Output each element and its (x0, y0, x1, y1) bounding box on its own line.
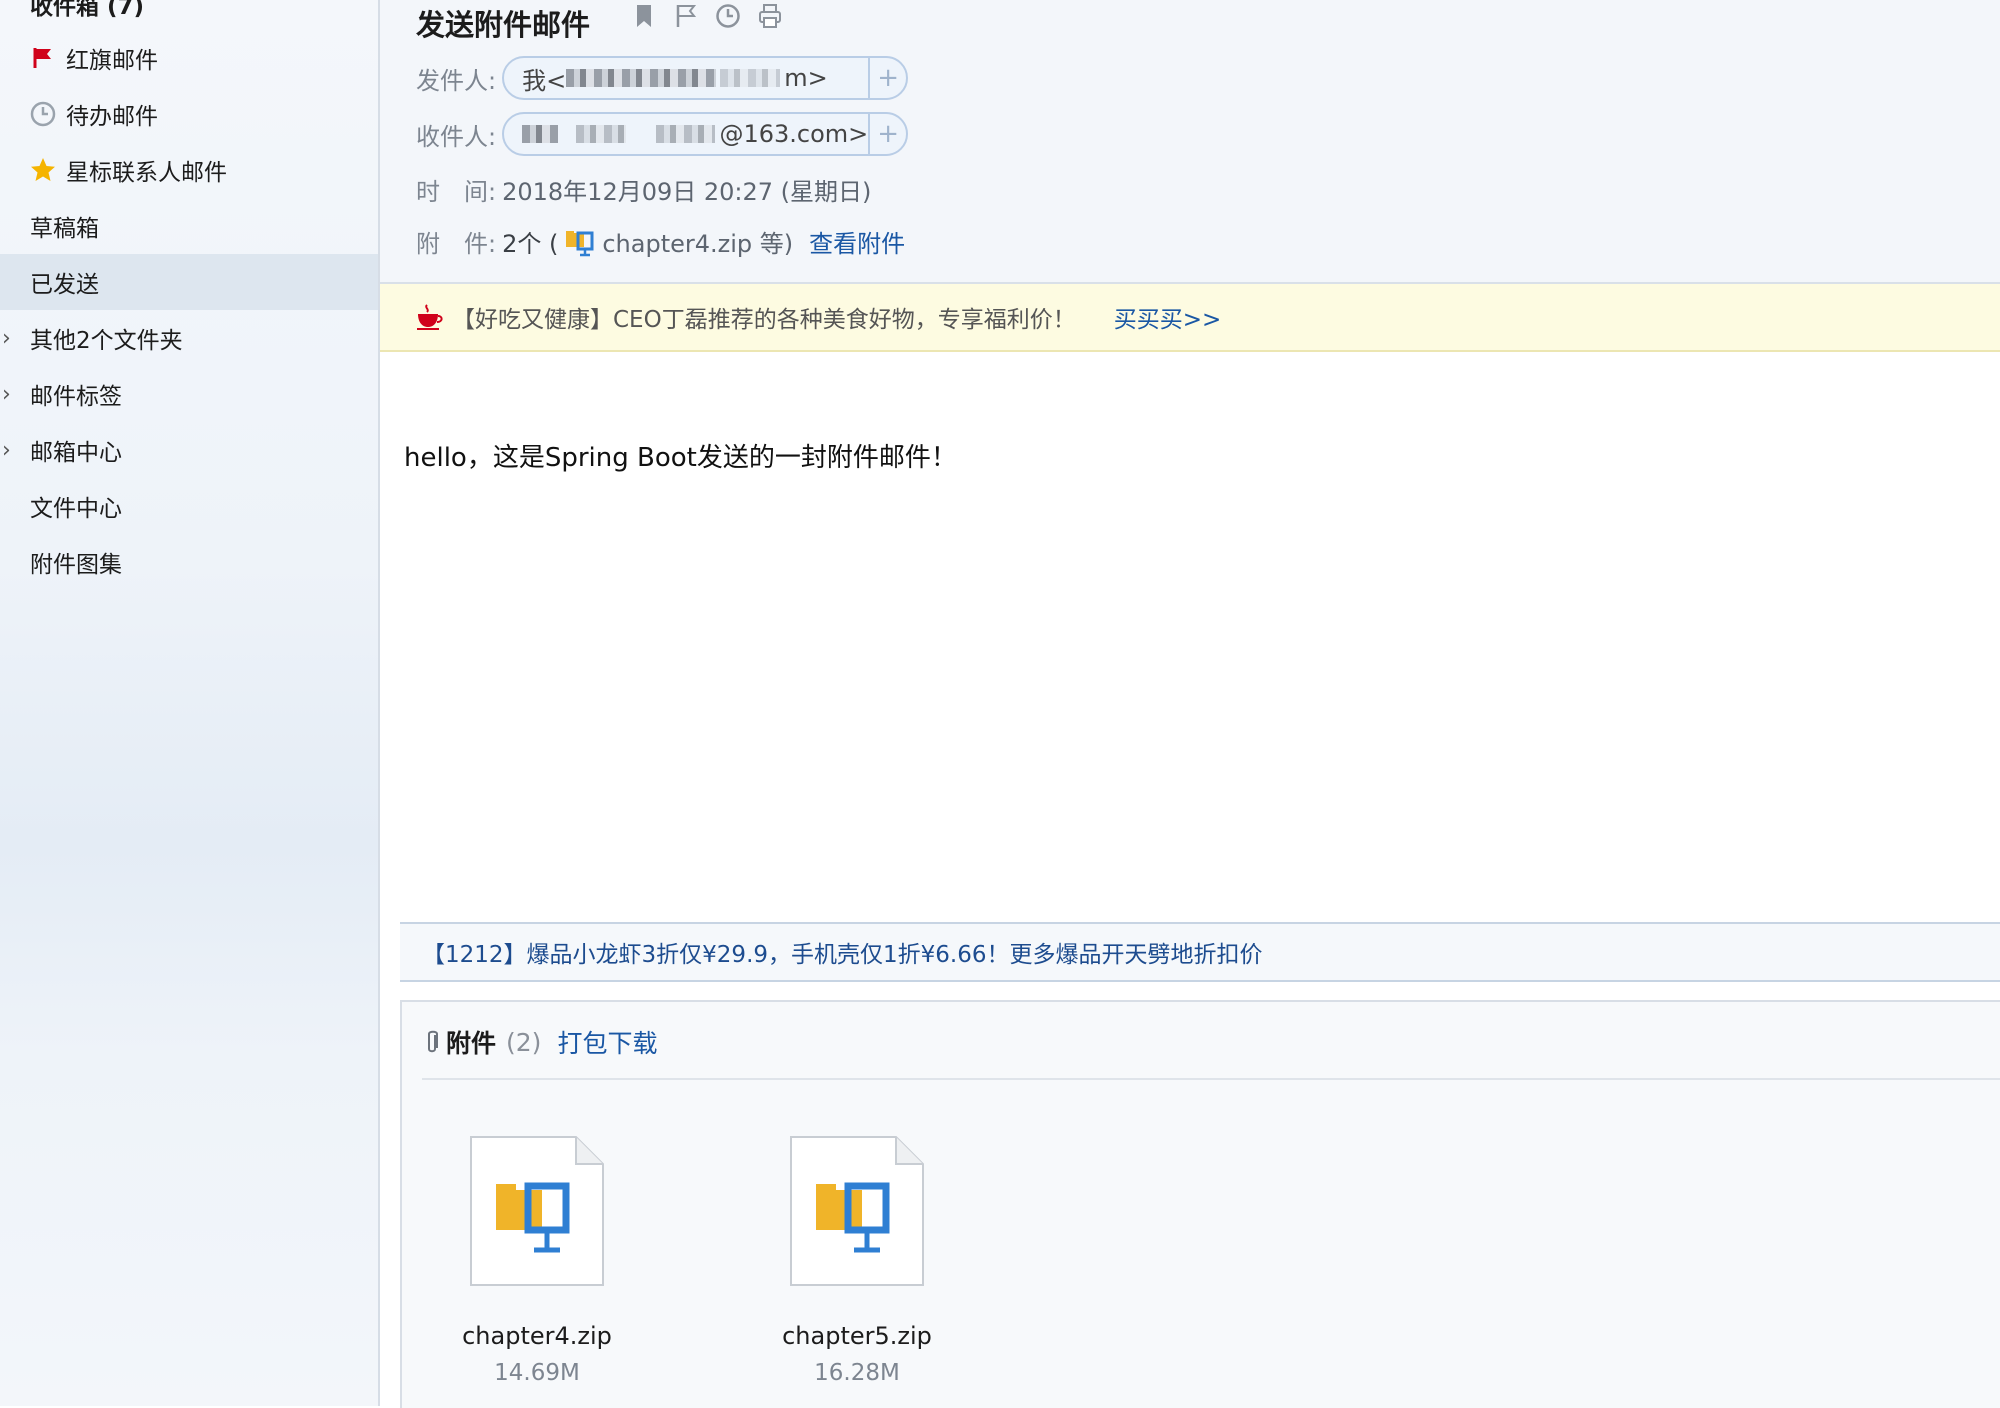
print-icon[interactable] (756, 2, 784, 30)
teacup-icon (414, 302, 444, 332)
mail-view: 发送附件邮件 发件人: 我< m> + 收件人: @163.com> + 时 间… (380, 0, 2000, 1408)
header-toolbar (630, 2, 784, 30)
attachment-name[interactable]: chapter5.zip (747, 1322, 967, 1350)
flag-icon[interactable] (672, 2, 700, 30)
zip-file-icon[interactable] (790, 1136, 924, 1286)
sidebar-item-label: 红旗邮件 (66, 48, 158, 74)
redacted-address (575, 125, 626, 143)
redacted-address (655, 125, 716, 143)
sidebar-item-sent[interactable]: 已发送 (0, 254, 378, 310)
sidebar-item-red-flag[interactable]: 红旗邮件 (0, 30, 378, 86)
sidebar-item-label: 文件中心 (30, 496, 122, 522)
sidebar-item-attachment-gallery[interactable]: 附件图集 (0, 534, 378, 590)
promo-banner: 【好吃又健康】CEO丁磊推荐的各种美食好物，专享福利价！ 买买买>> (380, 284, 2000, 352)
add-contact-button[interactable]: + (868, 58, 906, 98)
clock-icon[interactable] (714, 2, 742, 30)
time-value: 2018年12月09日 20:27 (星期日) (502, 178, 872, 206)
attachment-item[interactable]: chapter4.zip 14.69M (427, 1136, 647, 1406)
sidebar-item-drafts[interactable]: 草稿箱 (0, 198, 378, 254)
sidebar-item-label: 邮件标签 (30, 384, 122, 410)
to-chip[interactable]: @163.com> + (502, 112, 909, 156)
sidebar-item-mailbox-center[interactable]: › 邮箱中心 (0, 422, 378, 478)
ad-bar[interactable]: 【1212】爆品小龙虾3折仅¥29.9，手机壳仅1折¥6.66！更多爆品开天劈地… (400, 922, 2000, 982)
download-all-link[interactable]: 打包下载 (557, 1024, 657, 1060)
paperclip-icon (424, 1029, 440, 1055)
divider (422, 1078, 2000, 1080)
attach-file-name[interactable]: chapter4.zip 等) (602, 224, 793, 259)
chevron-right-icon[interactable]: › (2, 326, 11, 351)
redacted-address (566, 69, 717, 87)
sidebar-item-label: 邮箱中心 (30, 440, 122, 466)
mail-body: hello，这是Spring Boot发送的一封附件邮件！ (404, 443, 957, 473)
add-contact-button[interactable]: + (868, 114, 906, 154)
attach-label: 附 件: (416, 230, 497, 258)
sidebar-item-inbox[interactable]: 收件箱 (7) (0, 0, 378, 32)
redacted-address (720, 69, 781, 87)
zip-file-icon (564, 227, 596, 257)
sidebar-item-label: 收件箱 (7) (30, 0, 145, 20)
to-value: @163.com> (719, 120, 869, 148)
mail-subject: 发送附件邮件 (416, 8, 591, 42)
attach-count: 2个 ( (502, 230, 559, 258)
sidebar-item-label: 草稿箱 (30, 216, 99, 242)
view-attachments-link[interactable]: 查看附件 (809, 224, 905, 259)
redacted-address (522, 125, 558, 143)
chevron-right-icon[interactable]: › (2, 438, 11, 463)
time-label: 时 间: (416, 178, 497, 206)
from-label: 发件人: (416, 66, 497, 95)
sidebar-item-label: 已发送 (30, 272, 99, 298)
attach-row: 附 件: 2个 ( chapter4.zip 等) 查看附件 (416, 224, 905, 259)
zip-file-icon[interactable] (470, 1136, 604, 1286)
attachment-size: 16.28M (814, 1360, 900, 1386)
to-row: 收件人: @163.com> + (416, 112, 909, 156)
attachments-panel: 附件 (2) 打包下载 chapter4.zip 14.69M chapter5… (400, 1000, 2000, 1408)
bookmark-icon[interactable] (630, 2, 658, 30)
to-label: 收件人: (416, 122, 497, 151)
sidebar-item-todo[interactable]: 待办邮件 (0, 86, 378, 142)
sidebar: 收件箱 (7) 红旗邮件 待办邮件 星标联系人邮件 草稿箱 已发送 › 其他2个… (0, 0, 380, 1406)
attachments-title: 附件 (446, 1029, 497, 1058)
attachments-header: 附件 (2) 打包下载 (424, 1024, 657, 1060)
mail-header: 发送附件邮件 发件人: 我< m> + 收件人: @163.com> + 时 间… (380, 0, 2000, 284)
time-row: 时 间: 2018年12月09日 20:27 (星期日) (416, 172, 871, 207)
sidebar-item-file-center[interactable]: 文件中心 (0, 478, 378, 534)
sidebar-item-mail-tags[interactable]: › 邮件标签 (0, 366, 378, 422)
chevron-right-icon[interactable]: › (2, 382, 11, 407)
sidebar-item-label: 星标联系人邮件 (66, 160, 227, 186)
attachment-name[interactable]: chapter4.zip (427, 1322, 647, 1350)
sidebar-item-label: 附件图集 (30, 552, 122, 578)
star-icon (28, 155, 58, 185)
from-tail: m> (784, 64, 828, 92)
promo-link[interactable]: 买买买>> (1114, 300, 1222, 334)
from-chip[interactable]: 我< m> + (502, 56, 909, 100)
ad-text[interactable]: 【1212】爆品小龙虾3折仅¥29.9，手机壳仅1折¥6.66！更多爆品开天劈地… (422, 935, 1263, 969)
promo-text: 【好吃又健康】CEO丁磊推荐的各种美食好物，专享福利价！ (452, 307, 1076, 333)
red-flag-icon (28, 43, 58, 73)
sidebar-item-other-folders[interactable]: › 其他2个文件夹 (0, 310, 378, 366)
sidebar-item-label: 待办邮件 (66, 104, 158, 130)
clock-icon (28, 99, 58, 129)
from-row: 发件人: 我< m> + (416, 56, 909, 100)
sidebar-item-label: 其他2个文件夹 (30, 328, 183, 354)
attachment-size: 14.69M (494, 1360, 580, 1386)
from-value: 我< (522, 66, 567, 95)
attachments-count: (2) (506, 1027, 542, 1057)
sidebar-item-starred[interactable]: 星标联系人邮件 (0, 142, 378, 198)
attachment-item[interactable]: chapter5.zip 16.28M (747, 1136, 967, 1406)
